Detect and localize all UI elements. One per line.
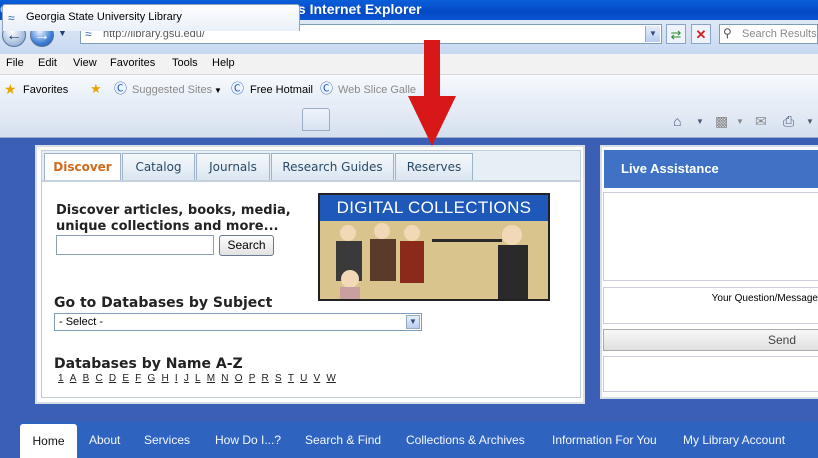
az-link-m[interactable]: M (207, 373, 215, 384)
annotation-arrow-shaft (424, 40, 440, 100)
ie-page-icon: Ⓒ (320, 81, 334, 96)
az-link-b[interactable]: B (83, 373, 90, 384)
cartoon-illustration (320, 221, 548, 299)
search-placeholder: Search Results (742, 28, 817, 40)
free-hotmail-link[interactable]: Free Hotmail (250, 84, 313, 96)
tab-underline (42, 180, 580, 182)
mail-icon[interactable]: ✉ (755, 113, 767, 130)
az-link-h[interactable]: H (161, 373, 168, 384)
question-label: Your Question/Message (711, 293, 818, 304)
menu-favorites[interactable]: Favorites (110, 57, 155, 69)
az-link-w[interactable]: W (326, 373, 335, 384)
web-slice-gallery-link[interactable]: Web Slice Galle (338, 84, 416, 96)
tab-discover[interactable]: Discover (44, 153, 121, 181)
tab-reserves[interactable]: Reserves (395, 153, 473, 180)
nav-collections-archives[interactable]: Collections & Archives (406, 433, 525, 447)
annotation-arrow-icon (408, 96, 456, 146)
chevron-down-icon[interactable]: ▼ (806, 117, 814, 126)
search-icon: ⚲ (723, 26, 732, 40)
discover-prompt: Discover articles, books, media, unique … (56, 203, 291, 234)
question-input[interactable]: Your Question/Message (603, 287, 818, 324)
new-tab-button[interactable] (302, 108, 330, 131)
print-icon[interactable]: ⎙ (783, 113, 794, 130)
favorites-star-icon[interactable]: ★ (4, 82, 18, 96)
nav-information-for-you[interactable]: Information For You (552, 433, 657, 447)
az-link-n[interactable]: N (221, 373, 228, 384)
digital-collections-image[interactable]: DIGITAL COLLECTIONS (318, 193, 550, 301)
az-link-d[interactable]: D (109, 373, 116, 384)
browser-tab[interactable]: ≈ Georgia State University Library (2, 4, 300, 31)
browser-search-input[interactable]: ⚲ Search Results (719, 24, 818, 44)
az-link-1[interactable]: 1 (58, 373, 64, 384)
az-link-u[interactable]: U (300, 373, 307, 384)
address-dropdown-icon[interactable]: ▼ (645, 26, 660, 42)
home-icon[interactable]: ⌂ (673, 113, 681, 129)
databases-az-heading: Databases by Name A-Z (54, 356, 243, 372)
digital-collections-banner: DIGITAL COLLECTIONS (320, 195, 548, 221)
az-link-a[interactable]: A (70, 373, 77, 384)
chevron-down-icon[interactable]: ▼ (736, 117, 744, 126)
nav-how-do-i[interactable]: How Do I...? (215, 433, 281, 447)
az-link-s[interactable]: S (275, 373, 282, 384)
live-assistance-title: Live Assistance (604, 150, 818, 188)
menu-edit[interactable]: Edit (38, 57, 57, 69)
tab-catalog[interactable]: Catalog (122, 153, 195, 180)
az-link-i[interactable]: I (175, 373, 178, 384)
page-icon: ≈ (8, 11, 15, 25)
az-link-f[interactable]: F (135, 373, 141, 384)
nav-home[interactable]: Home (20, 424, 77, 458)
chat-transcript-area (603, 192, 818, 281)
ie-page-icon: Ⓒ (231, 81, 245, 96)
tab-research-guides[interactable]: Research Guides (271, 153, 394, 180)
menu-bar: File Edit View Favorites Tools Help (0, 54, 818, 75)
az-link-g[interactable]: G (147, 373, 155, 384)
menu-tools[interactable]: Tools (172, 57, 198, 69)
favorites-button[interactable]: Favorites (23, 84, 68, 96)
az-link-t[interactable]: T (288, 373, 294, 384)
databases-by-subject-heading: Go to Databases by Subject (54, 295, 273, 311)
nav-services[interactable]: Services (144, 433, 190, 447)
add-to-favorites-icon[interactable]: ★ (90, 82, 104, 96)
menu-help[interactable]: Help (212, 57, 235, 69)
nav-about[interactable]: About (89, 433, 120, 447)
tab-journals[interactable]: Journals (196, 153, 270, 180)
subject-select-value: - Select - (59, 316, 104, 328)
az-link-j[interactable]: J (184, 373, 189, 384)
chevron-down-icon[interactable]: ▼ (406, 315, 420, 329)
suggested-sites-link[interactable]: Suggested Sites (132, 84, 212, 96)
chat-footer-area (603, 356, 818, 392)
discover-search-input[interactable] (56, 235, 214, 255)
search-button[interactable]: Search (219, 235, 274, 256)
az-link-r[interactable]: R (262, 373, 269, 384)
stop-button[interactable]: ✕ (691, 24, 711, 44)
nav-my-library-account[interactable]: My Library Account (683, 433, 785, 447)
az-link-c[interactable]: C (95, 373, 102, 384)
menu-view[interactable]: View (73, 57, 97, 69)
refresh-button[interactable]: ⇄ (666, 24, 686, 44)
az-link-p[interactable]: P (249, 373, 256, 384)
subject-select[interactable]: - Select - ▼ (54, 313, 422, 331)
menu-file[interactable]: File (6, 57, 24, 69)
az-link-o[interactable]: O (235, 373, 243, 384)
chevron-down-icon[interactable]: ▼ (214, 86, 222, 95)
browser-tab-title: Georgia State University Library (26, 11, 182, 23)
rss-feed-icon[interactable]: ▩ (715, 113, 728, 130)
ie-page-icon: Ⓒ (114, 81, 128, 96)
az-link-e[interactable]: E (122, 373, 129, 384)
az-link-v[interactable]: V (314, 373, 321, 384)
chevron-down-icon[interactable]: ▼ (696, 117, 704, 126)
az-link-l[interactable]: L (195, 373, 201, 384)
nav-search-find[interactable]: Search & Find (305, 433, 381, 447)
az-letter-links: 1ABCDEFGHIJLMNOPRSTUVW (58, 373, 342, 384)
send-button[interactable]: Send (603, 329, 818, 351)
